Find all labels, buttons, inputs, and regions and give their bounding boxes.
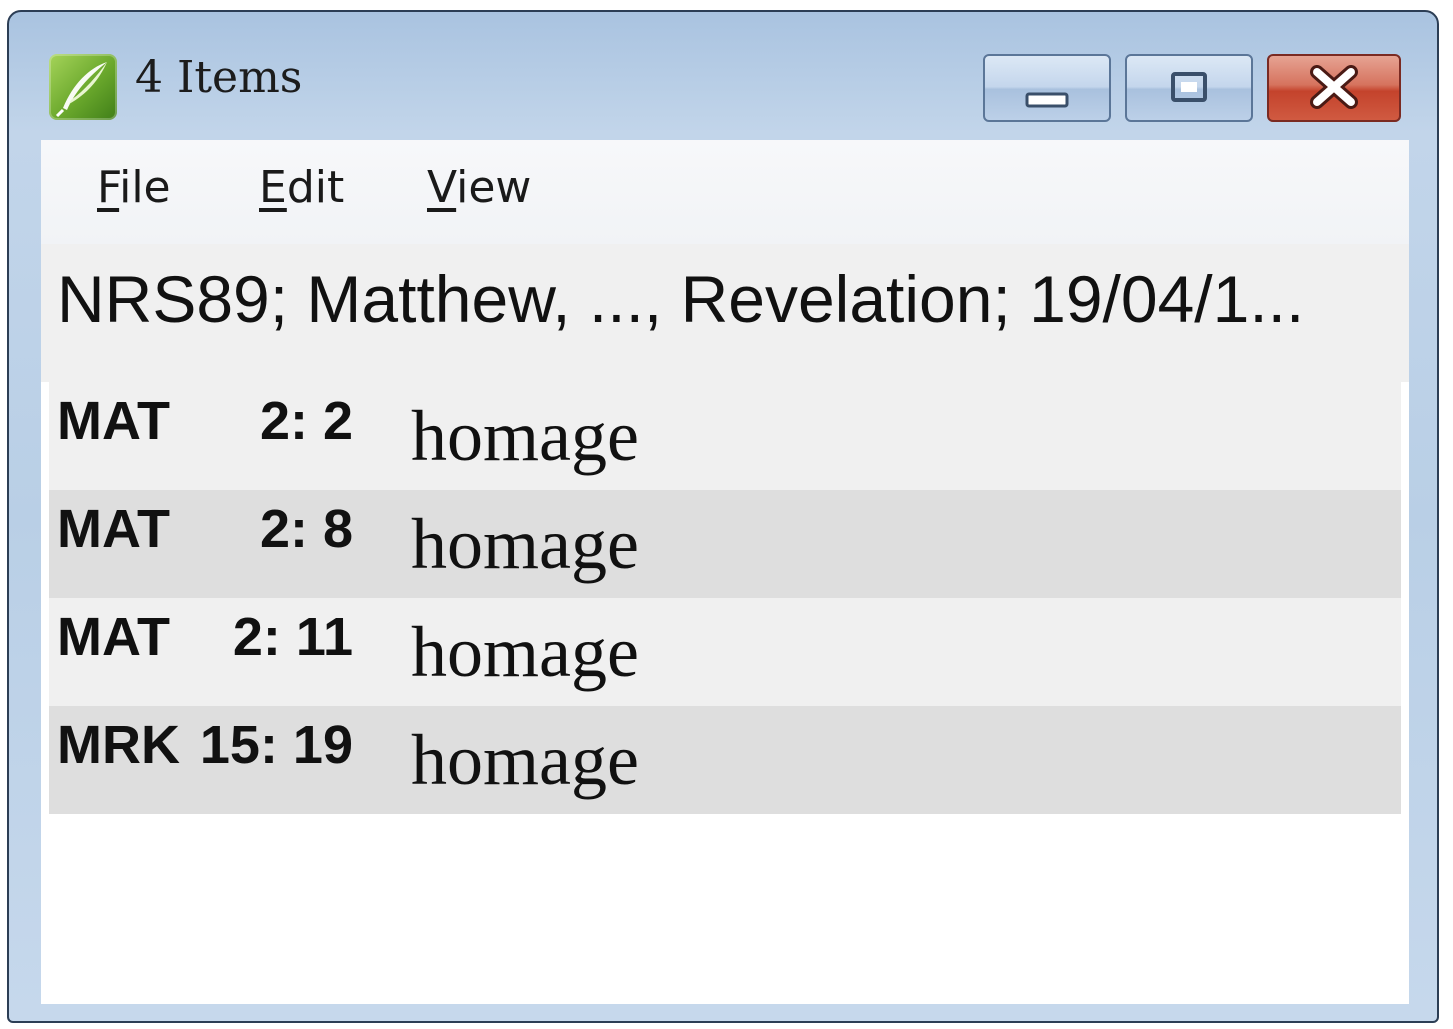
minimize-icon [1025, 92, 1069, 108]
book-code: MAT [57, 391, 170, 451]
results-list: MAT 2: 2 homage MAT 2: 8 homage MAT 2: 1… [49, 382, 1401, 814]
close-icon [1310, 65, 1358, 109]
list-item[interactable]: MAT 2: 2 homage [49, 382, 1401, 490]
book-code: MAT [57, 499, 170, 559]
list-item[interactable]: MAT 2: 8 homage [49, 490, 1401, 598]
title-bar[interactable]: 4 Items [9, 12, 1437, 140]
matched-word: homage [411, 396, 639, 476]
menu-view[interactable]: View [427, 166, 531, 210]
client-area: File Edit View NRS89; Matthew, ..., Reve… [41, 140, 1409, 1004]
matched-word: homage [411, 504, 639, 584]
menu-bar: File Edit View [41, 140, 1409, 244]
matched-word: homage [411, 612, 639, 692]
verse-reference: 15: 19 [199, 715, 353, 775]
book-code: MRK [57, 715, 180, 775]
window-title: 4 Items [135, 52, 303, 103]
minimize-button[interactable] [983, 54, 1111, 122]
matched-word: homage [411, 720, 639, 800]
list-item[interactable]: MAT 2: 11 homage [49, 598, 1401, 706]
verse-reference: 2: 2 [259, 391, 353, 451]
quill-icon[interactable] [49, 54, 117, 120]
verse-reference: 2: 8 [259, 499, 353, 559]
close-button[interactable] [1267, 54, 1401, 122]
verse-reference: 2: 11 [232, 607, 353, 667]
book-code: MAT [57, 607, 170, 667]
search-summary: NRS89; Matthew, ..., Revelation; 19/04/1… [41, 244, 1409, 382]
app-window: 4 Items File Edit View NRS89; Matthew, .… [7, 10, 1439, 1023]
maximize-icon [1171, 72, 1207, 102]
maximize-button[interactable] [1125, 54, 1253, 122]
list-item[interactable]: MRK 15: 19 homage [49, 706, 1401, 814]
menu-edit[interactable]: Edit [259, 166, 344, 210]
menu-file[interactable]: File [97, 166, 171, 210]
search-summary-text: NRS89; Matthew, ..., Revelation; 19/04/1… [57, 266, 1305, 332]
